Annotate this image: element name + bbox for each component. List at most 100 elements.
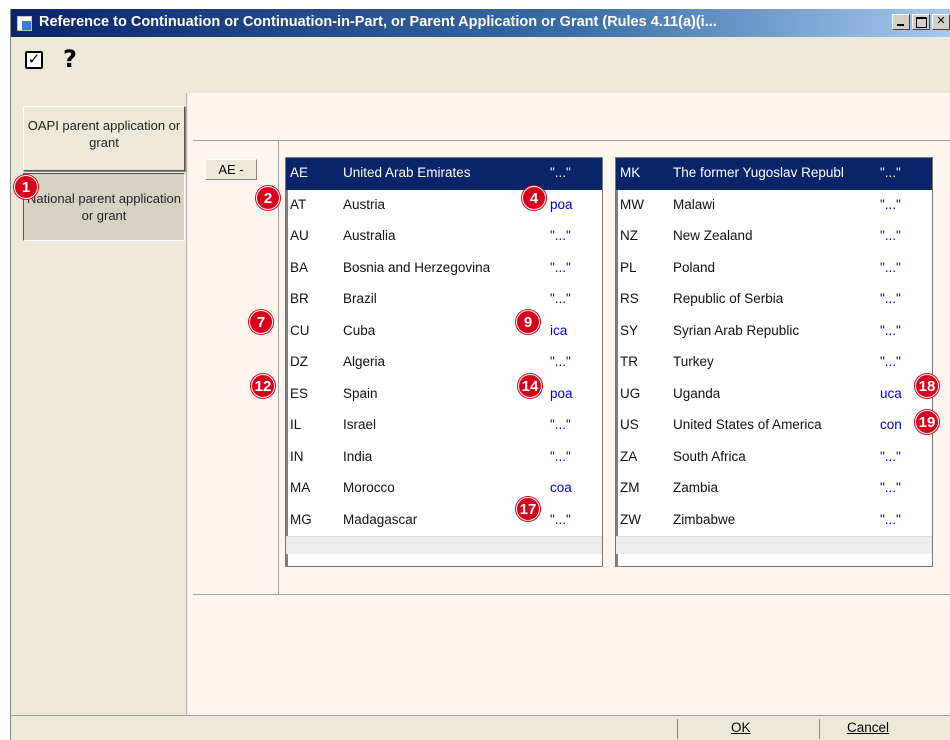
country-name: New Zealand [673,228,753,243]
country-row[interactable]: AU Australia "..." [286,221,602,253]
country-row[interactable]: BR Brazil "..." [286,284,602,316]
language-value[interactable]: "..." [550,354,571,369]
country-code-field[interactable]: AE - [205,159,257,180]
national-parent-button[interactable]: National parent application or grant [23,173,185,241]
country-code: PL [620,259,637,275]
dialog-window: Reference to Continuation or Continuatio… [10,9,950,740]
country-row[interactable]: BA Bosnia and Herzegovina "..." [286,253,602,285]
country-row[interactable]: TR Turkey "..." [616,347,932,379]
country-row[interactable]: MA Morocco coa [286,473,602,505]
country-row[interactable]: ES Spain poa [286,379,602,411]
country-row[interactable]: PL Poland "..." [616,253,932,285]
language-value[interactable]: coa [550,480,572,495]
language-value[interactable]: "..." [550,228,571,243]
country-code: AT [290,196,307,212]
language-value[interactable]: "..." [550,165,571,180]
language-value[interactable]: poa [550,197,573,212]
country-code: IL [290,417,302,432]
language-value[interactable]: "..." [550,260,571,275]
country-name: Syrian Arab Republic [673,322,800,338]
country-name: Zambia [673,480,719,495]
country-name: Brazil [343,291,377,306]
language-value[interactable]: "..." [550,449,571,464]
language-value[interactable]: poa [550,386,573,401]
callout-badge: 2 [256,186,280,210]
country-name: Madagascar [343,511,418,527]
language-value[interactable]: "..." [880,260,901,275]
country-code: SY [620,322,639,338]
country-name: Republic of Serbia [673,291,784,306]
maximize-button[interactable] [912,14,930,30]
country-row[interactable]: MW Malawi "..." [616,190,932,222]
callout-badge: 9 [516,310,540,334]
country-code: ZA [620,448,638,464]
language-value[interactable]: "..." [880,228,901,243]
language-value[interactable]: "..." [880,354,901,369]
country-row[interactable]: CU Cuba ica [286,316,602,348]
country-row[interactable]: ZA South Africa "..." [616,442,932,474]
language-value[interactable]: "..." [880,291,901,306]
language-value[interactable]: "..." [880,449,901,464]
country-row[interactable]: DZ Algeria "..." [286,347,602,379]
country-row[interactable]: MK The former Yugoslav Republ "..." [616,158,932,190]
list-empty-area [286,536,602,554]
country-row[interactable]: AT Austria poa [286,190,602,222]
language-value[interactable]: "..." [880,512,901,527]
country-code: MW [620,196,644,212]
country-row[interactable]: MG Madagascar "..." [286,505,602,537]
country-list-right[interactable]: MK The former Yugoslav Republ "..." MW Malaw… [615,157,933,567]
country-code: BR [290,291,309,306]
language-value[interactable]: "..." [880,165,901,180]
country-row[interactable]: ZM Zambia "..." [616,473,932,505]
callout-badge: 18 [915,374,939,398]
language-value[interactable]: "..." [550,512,571,527]
ok-button[interactable]: OK [731,720,751,735]
language-value[interactable]: con [880,417,902,432]
language-value[interactable]: "..." [880,323,901,338]
help-icon[interactable]: ? [63,45,77,73]
country-code: ES [290,385,309,401]
check-box-icon[interactable]: ✓ [25,51,43,69]
country-name: South Africa [673,448,746,464]
bottom-separator [677,719,678,739]
oapi-parent-button[interactable]: OAPI parent application or grant [23,106,185,171]
callout-badge: 19 [915,410,939,434]
title-bar[interactable]: Reference to Continuation or Continuatio… [11,9,950,37]
country-name: Zimbabwe [673,511,736,527]
country-code: ZM [620,480,640,495]
language-value[interactable]: ica [550,323,567,338]
language-value[interactable]: "..." [550,291,571,306]
bottom-bar: OK Cancel [11,715,950,740]
language-value[interactable]: "..." [550,417,571,432]
country-name: Austria [343,196,386,212]
country-code: UG [620,385,641,401]
country-row[interactable]: IN India "..." [286,442,602,474]
country-row[interactable]: RS Republic of Serbia "..." [616,284,932,316]
country-code: MK [620,165,641,180]
country-code: TR [620,354,638,369]
country-row[interactable]: AE United Arab Emirates "..." [286,158,602,190]
language-value[interactable]: "..." [880,197,901,212]
callout-badge: 4 [522,186,546,210]
cancel-button[interactable]: Cancel [847,720,889,735]
minimize-button[interactable] [892,14,910,30]
country-code: MG [290,511,312,527]
country-row[interactable]: US United States of America con [616,410,932,442]
language-value[interactable]: "..." [880,480,901,495]
language-value[interactable]: uca [880,386,902,401]
country-row[interactable]: ZW Zimbabwe "..." [616,505,932,537]
list-empty-area [616,536,932,554]
country-list-left[interactable]: AE United Arab Emirates "..." AT Austria poa A… [285,157,603,567]
country-code: ZW [620,511,641,527]
app-icon [17,16,32,31]
close-button[interactable]: ✕ [932,14,950,30]
country-code: DZ [290,354,308,369]
country-name: Israel [343,417,377,432]
country-row[interactable]: UG Uganda uca [616,379,932,411]
country-name: Turkey [673,354,714,369]
country-row[interactable]: NZ New Zealand "..." [616,221,932,253]
vertical-divider [278,140,279,595]
country-row[interactable]: SY Syrian Arab Republic "..." [616,316,932,348]
country-row[interactable]: IL Israel "..." [286,410,602,442]
callout-badge: 14 [518,374,542,398]
